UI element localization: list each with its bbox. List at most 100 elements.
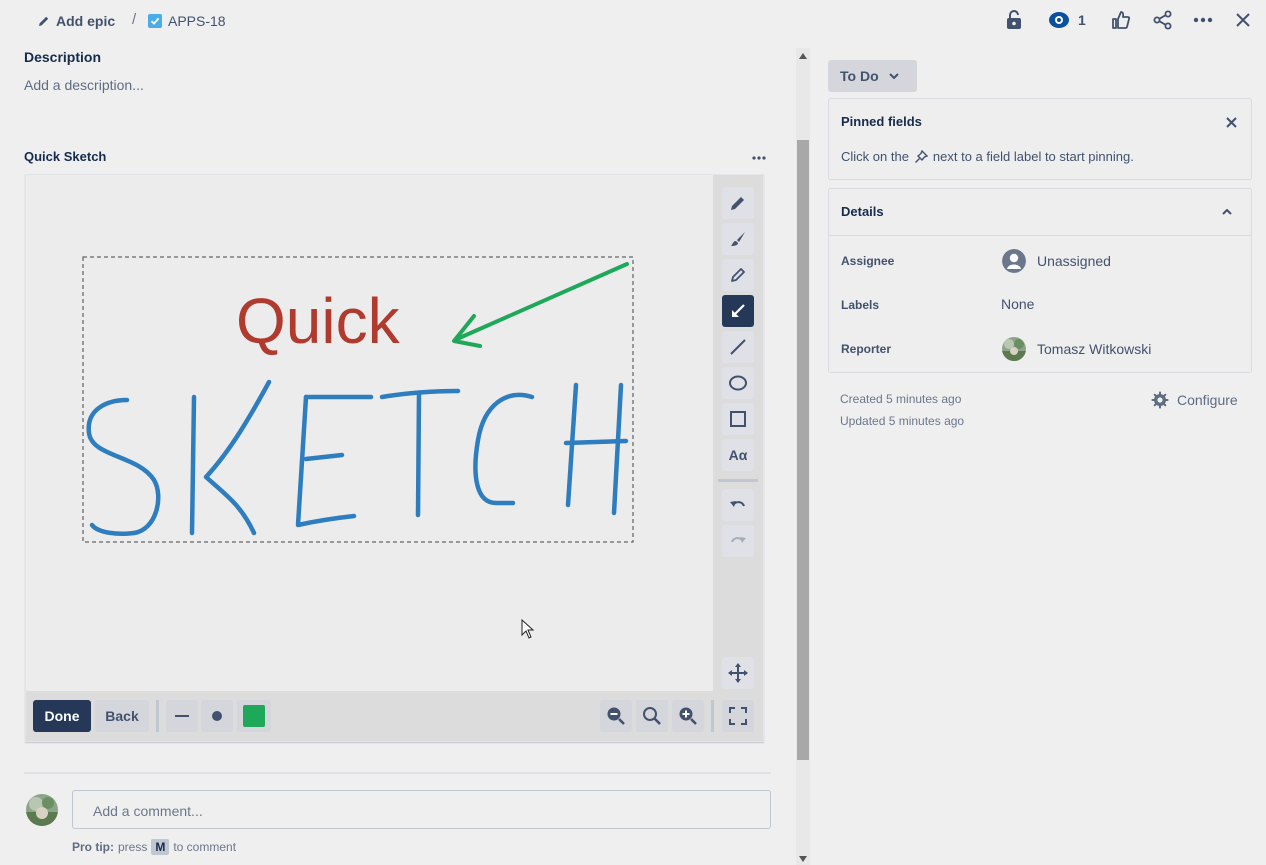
zoom-icon (643, 707, 661, 725)
color-picker-button[interactable] (237, 700, 271, 732)
pinned-close-icon[interactable] (1222, 113, 1240, 131)
scrollbar-thumb[interactable] (797, 140, 809, 760)
reporter-avatar (1002, 337, 1026, 361)
details-divider (829, 235, 1251, 236)
arrow-icon (732, 304, 745, 317)
close-icon[interactable] (1232, 9, 1254, 31)
zoom-out-button[interactable] (600, 700, 632, 732)
details-title: Details (841, 204, 884, 219)
comment-input[interactable]: Add a comment... (72, 790, 771, 829)
labels-label: Labels (841, 298, 880, 312)
back-button[interactable]: Back (95, 700, 149, 732)
arrow-tool[interactable] (722, 295, 754, 327)
arrow-line (455, 262, 629, 341)
redo-tool[interactable] (722, 525, 754, 557)
done-button[interactable]: Done (33, 700, 91, 732)
labels-value[interactable]: None (1001, 296, 1034, 312)
configure-button[interactable]: Configure (1151, 391, 1238, 409)
undo-tool[interactable] (722, 489, 754, 521)
chevron-up-icon[interactable] (1220, 205, 1234, 219)
pencil-tool[interactable] (722, 187, 754, 219)
watch-count: 1 (1078, 12, 1086, 28)
brush-icon (731, 232, 745, 246)
sketch-red-text: Quick (236, 285, 400, 357)
unassigned-avatar-icon (1002, 249, 1026, 273)
pinned-fields-title: Pinned fields (841, 114, 922, 129)
reporter-label: Reporter (841, 342, 892, 356)
tool-divider (718, 479, 758, 482)
description-title: Description (24, 49, 102, 65)
gear-icon (1151, 391, 1169, 409)
dot-icon (212, 711, 222, 721)
pinned-fields-panel (828, 98, 1252, 180)
brush-tool[interactable] (722, 223, 754, 255)
highlighter-icon (731, 268, 745, 282)
move-tool[interactable] (722, 657, 754, 689)
status-label: To Do (840, 68, 879, 84)
scroll-down-icon[interactable] (799, 856, 807, 862)
scrollbar[interactable] (796, 48, 810, 865)
sketch-drawing (82, 256, 634, 543)
bar-divider (156, 700, 159, 732)
status-dropdown[interactable]: To Do (828, 60, 917, 92)
undo-icon (730, 501, 745, 507)
text-icon: Aα (728, 447, 748, 463)
zoom-in-icon (679, 707, 697, 725)
add-epic-label: Add epic (56, 13, 116, 29)
description-placeholder[interactable]: Add a description... (24, 77, 144, 93)
mouse-cursor-icon (521, 619, 535, 639)
pro-tip: Pro tip: press M to comment (72, 839, 236, 855)
more-options-icon[interactable] (1192, 9, 1214, 31)
pinned-hint: Click on the next to a field label to st… (841, 149, 1134, 164)
pinned-hint-before: Click on the (841, 149, 909, 164)
text-tool[interactable]: Aα (722, 439, 754, 471)
move-icon (728, 663, 748, 683)
blue-handwriting (86, 379, 629, 536)
eye-icon (1049, 12, 1069, 28)
watch-button[interactable]: 1 (1048, 10, 1086, 30)
chevron-down-icon (888, 73, 899, 79)
assignee-label: Assignee (841, 254, 895, 268)
pencil-icon (731, 197, 744, 210)
lock-icon[interactable] (1003, 9, 1025, 31)
highlighter-tool[interactable] (722, 259, 754, 291)
zoom-in-button[interactable] (672, 700, 704, 732)
comment-placeholder: Add a comment... (93, 803, 203, 819)
reporter-value[interactable]: Tomasz Witkowski (1037, 341, 1151, 357)
issue-key: APPS-18 (168, 13, 226, 29)
pro-tip-press: press (118, 840, 148, 854)
issue-key-link[interactable]: APPS-18 (148, 11, 226, 31)
configure-label: Configure (1177, 392, 1238, 408)
pencil-icon (39, 16, 49, 26)
stroke-dot-button[interactable] (201, 700, 233, 732)
user-avatar (26, 794, 58, 826)
task-checkbox-icon (148, 14, 162, 28)
updated-text: Updated 5 minutes ago (840, 414, 965, 428)
share-icon[interactable] (1152, 9, 1174, 31)
pin-icon (914, 149, 928, 163)
fullscreen-button[interactable] (722, 700, 754, 732)
line-tool[interactable] (722, 331, 754, 363)
sketch-more-icon[interactable] (750, 152, 768, 164)
stroke-thin-button[interactable] (166, 700, 198, 732)
ellipse-icon (729, 375, 747, 391)
rectangle-icon (730, 411, 746, 427)
comment-divider (24, 772, 771, 774)
line-icon (730, 339, 746, 355)
breadcrumb-separator: / (132, 11, 137, 28)
zoom-reset-button[interactable] (636, 700, 668, 732)
zoom-out-icon (607, 707, 625, 725)
color-swatch (243, 705, 265, 727)
scroll-up-icon[interactable] (799, 53, 807, 59)
quick-sketch-title: Quick Sketch (24, 149, 107, 164)
pro-tip-suffix: to comment (173, 840, 237, 854)
ellipse-tool[interactable] (722, 367, 754, 399)
bar-divider-right (711, 700, 714, 732)
like-icon[interactable] (1110, 9, 1132, 31)
rectangle-tool[interactable] (722, 403, 754, 435)
assignee-value[interactable]: Unassigned (1037, 253, 1111, 269)
pinned-hint-after: next to a field label to start pinning. (932, 149, 1134, 164)
fullscreen-icon (729, 707, 747, 725)
add-epic-link[interactable]: Add epic (38, 11, 115, 31)
pro-tip-key: M (151, 839, 170, 855)
